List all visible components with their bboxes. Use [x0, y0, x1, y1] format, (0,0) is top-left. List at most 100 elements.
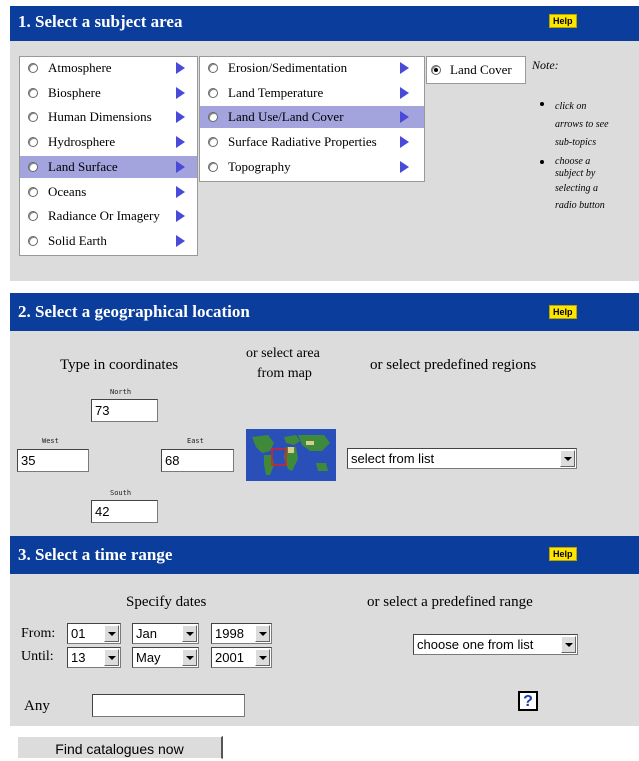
find-catalogues-label: Find catalogues now	[55, 741, 184, 757]
expand-arrow-icon[interactable]	[400, 160, 409, 173]
chevron-down-icon[interactable]	[560, 450, 575, 467]
expand-arrow-icon[interactable]	[176, 210, 185, 223]
topic-item[interactable]: Biosphere	[20, 82, 197, 104]
subtopic-item[interactable]: Land Temperature	[200, 82, 424, 104]
chevron-down-icon[interactable]	[255, 625, 270, 642]
subtopic-label: Surface Radiative Properties	[228, 134, 377, 150]
subtopic-label: Land Temperature	[228, 84, 324, 100]
north-label: North	[110, 388, 132, 396]
from-year-select[interactable]: 1998	[211, 623, 272, 644]
world-map-icon[interactable]	[246, 429, 336, 481]
question-mark: ?	[523, 693, 533, 710]
subtopic-item[interactable]: Erosion/Sedimentation	[200, 57, 424, 79]
expand-arrow-icon[interactable]	[400, 111, 409, 124]
topic-label: Atmosphere	[48, 60, 112, 75]
topic-radio[interactable]	[28, 112, 38, 123]
subtopic-radio[interactable]	[208, 112, 218, 123]
chevron-down-icon[interactable]	[104, 625, 119, 642]
topic-item[interactable]: Radiance Or Imagery	[20, 205, 197, 227]
until-month-select[interactable]: May	[132, 647, 199, 668]
subtopic-item[interactable]: Topography	[200, 156, 424, 178]
subsubtopic-land-cover[interactable]: Land Cover	[427, 59, 525, 81]
topic-radio[interactable]	[28, 137, 38, 148]
topic-radio[interactable]	[28, 211, 38, 222]
topic-label: Radiance Or Imagery	[48, 208, 160, 224]
south-input[interactable]: 42	[91, 500, 158, 523]
subtopic-item[interactable]: Land Use/Land Cover	[200, 106, 424, 129]
topic-item[interactable]: Solid Earth	[20, 230, 197, 252]
west-input[interactable]: 35	[17, 449, 89, 472]
expand-arrow-icon[interactable]	[176, 86, 185, 99]
subtopic-radio[interactable]	[208, 137, 218, 148]
topic-item[interactable]: Oceans	[20, 181, 197, 203]
topic-radio[interactable]	[28, 235, 38, 246]
chevron-down-icon[interactable]	[104, 649, 119, 666]
until-month-value: May	[136, 650, 161, 665]
note-1-line-3: sub-topics	[555, 137, 597, 148]
regions-select-value: select from list	[351, 451, 435, 466]
section1-title: 1. Select a subject area	[18, 12, 183, 31]
until-year-value: 2001	[215, 650, 244, 665]
find-catalogues-button[interactable]: Find catalogues now	[17, 736, 223, 759]
topic-radio[interactable]	[28, 161, 38, 172]
note-1-line-1: click on	[555, 101, 587, 112]
expand-arrow-icon[interactable]	[176, 185, 185, 198]
chevron-down-icon[interactable]	[182, 649, 197, 666]
expand-arrow-icon[interactable]	[176, 234, 185, 247]
west-label: West	[42, 437, 59, 445]
until-year-select[interactable]: 2001	[211, 647, 272, 668]
from-day-select[interactable]: 01	[67, 623, 121, 644]
chevron-down-icon[interactable]	[182, 625, 197, 642]
topic-item[interactable]: Land Surface	[20, 155, 197, 178]
range-heading: or select a predefined range	[367, 594, 533, 610]
section1-header: 1. Select a subject area	[10, 6, 639, 41]
until-day-select[interactable]: 13	[67, 647, 121, 668]
subtopic-radio[interactable]	[208, 161, 218, 172]
note-1-line-2: arrows to see	[555, 119, 609, 130]
expand-arrow-icon[interactable]	[176, 160, 185, 173]
section1-help-button[interactable]: Help	[549, 14, 577, 28]
expand-arrow-icon[interactable]	[176, 62, 185, 74]
expand-arrow-icon[interactable]	[400, 86, 409, 99]
chevron-down-icon[interactable]	[561, 636, 576, 653]
regions-select[interactable]: select from list	[347, 448, 577, 469]
topic-item[interactable]: Human Dimensions	[20, 106, 197, 128]
section3-help-button[interactable]: Help	[549, 547, 577, 561]
note-list: click on arrows to see sub-topics choose…	[540, 98, 639, 214]
expand-arrow-icon[interactable]	[176, 136, 185, 149]
any-input[interactable]	[92, 694, 245, 717]
topic-item[interactable]: Hydrosphere	[20, 131, 197, 153]
section2-title: 2. Select a geographical location	[18, 302, 250, 321]
until-label: Until:	[21, 649, 54, 664]
chevron-down-icon[interactable]	[255, 649, 270, 666]
section3-title: 3. Select a time range	[18, 545, 173, 564]
topic-label: Oceans	[48, 183, 87, 199]
range-select-value: choose one from list	[417, 637, 534, 652]
subtopic-label: Erosion/Sedimentation	[228, 60, 348, 75]
subtopic-radio[interactable]	[208, 63, 218, 73]
until-day-value: 13	[71, 650, 86, 665]
subtopic-radio[interactable]	[208, 87, 218, 98]
any-label: Any	[24, 698, 50, 714]
subtopic-item[interactable]: Surface Radiative Properties	[200, 131, 424, 153]
topic-radio[interactable]	[28, 63, 38, 73]
topic-item[interactable]: Atmosphere	[20, 57, 197, 79]
radio-land-cover[interactable]	[431, 65, 441, 75]
note-2-line-3: selecting a	[555, 183, 599, 194]
expand-arrow-icon[interactable]	[400, 136, 409, 149]
north-input[interactable]: 73	[91, 399, 158, 422]
section2-help-button[interactable]: Help	[549, 305, 577, 319]
expand-arrow-icon[interactable]	[400, 62, 409, 74]
subtopic-label: Land Use/Land Cover	[228, 109, 344, 125]
south-label: South	[110, 489, 132, 497]
dates-heading: Specify dates	[126, 594, 207, 610]
range-select[interactable]: choose one from list	[413, 634, 578, 655]
question-help-icon[interactable]: ?	[518, 691, 538, 711]
from-month-select[interactable]: Jan	[132, 623, 199, 644]
expand-arrow-icon[interactable]	[176, 111, 185, 124]
topic-radio[interactable]	[28, 186, 38, 197]
east-label: East	[187, 437, 204, 445]
map-heading-1: or select area	[246, 346, 320, 361]
topic-radio[interactable]	[28, 87, 38, 98]
east-input[interactable]: 68	[161, 449, 234, 472]
